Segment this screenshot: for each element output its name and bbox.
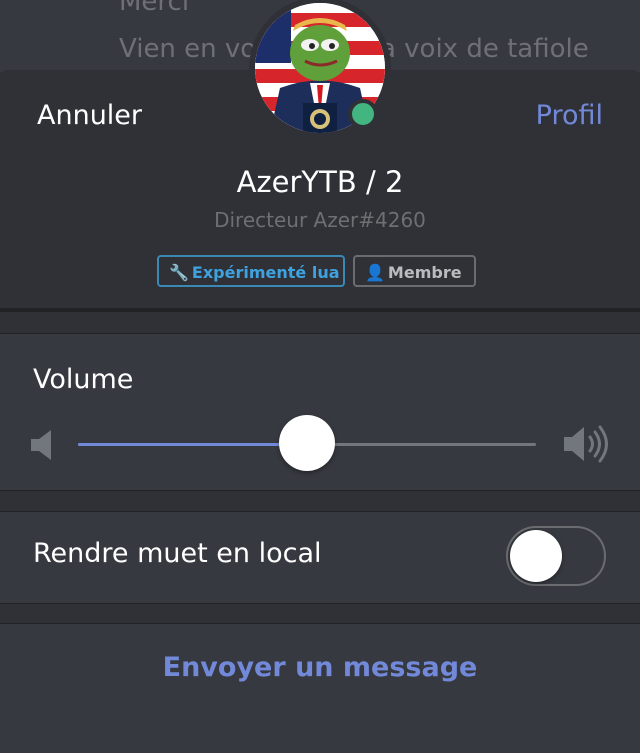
local-mute-section: Rendre muet en local — [0, 511, 640, 604]
role-badge[interactable]: 🔧 Expérimenté lua — [157, 255, 345, 287]
send-message-section: Envoyer un message — [0, 623, 640, 714]
speaker-high-icon — [564, 425, 608, 463]
person-icon: 👤 — [365, 263, 385, 282]
online-status-indicator — [348, 99, 378, 129]
local-mute-toggle[interactable] — [506, 526, 606, 586]
username: AzerYTB / 2 — [236, 165, 404, 199]
cancel-button[interactable]: Annuler — [37, 98, 142, 134]
volume-slider-thumb[interactable] — [279, 415, 335, 471]
divider — [0, 308, 640, 312]
local-mute-label: Rendre muet en local — [33, 538, 322, 569]
wrench-icon: 🔧 — [169, 263, 189, 282]
chat-message: Merci — [119, 0, 190, 17]
role-label: Membre — [387, 263, 462, 282]
role-badge[interactable]: 👤 Membre — [353, 255, 476, 287]
volume-label: Volume — [33, 364, 134, 395]
user-tag: Directeur Azer#4260 — [214, 208, 426, 232]
role-label: Expérimenté lua — [191, 263, 340, 282]
volume-section: Volume — [0, 333, 640, 491]
bottom-area — [0, 713, 640, 753]
toggle-knob — [510, 530, 562, 582]
speaker-low-icon — [31, 430, 51, 460]
volume-slider-fill — [78, 443, 307, 446]
profile-button[interactable]: Profil — [536, 98, 603, 134]
send-message-button[interactable]: Envoyer un message — [0, 648, 640, 688]
